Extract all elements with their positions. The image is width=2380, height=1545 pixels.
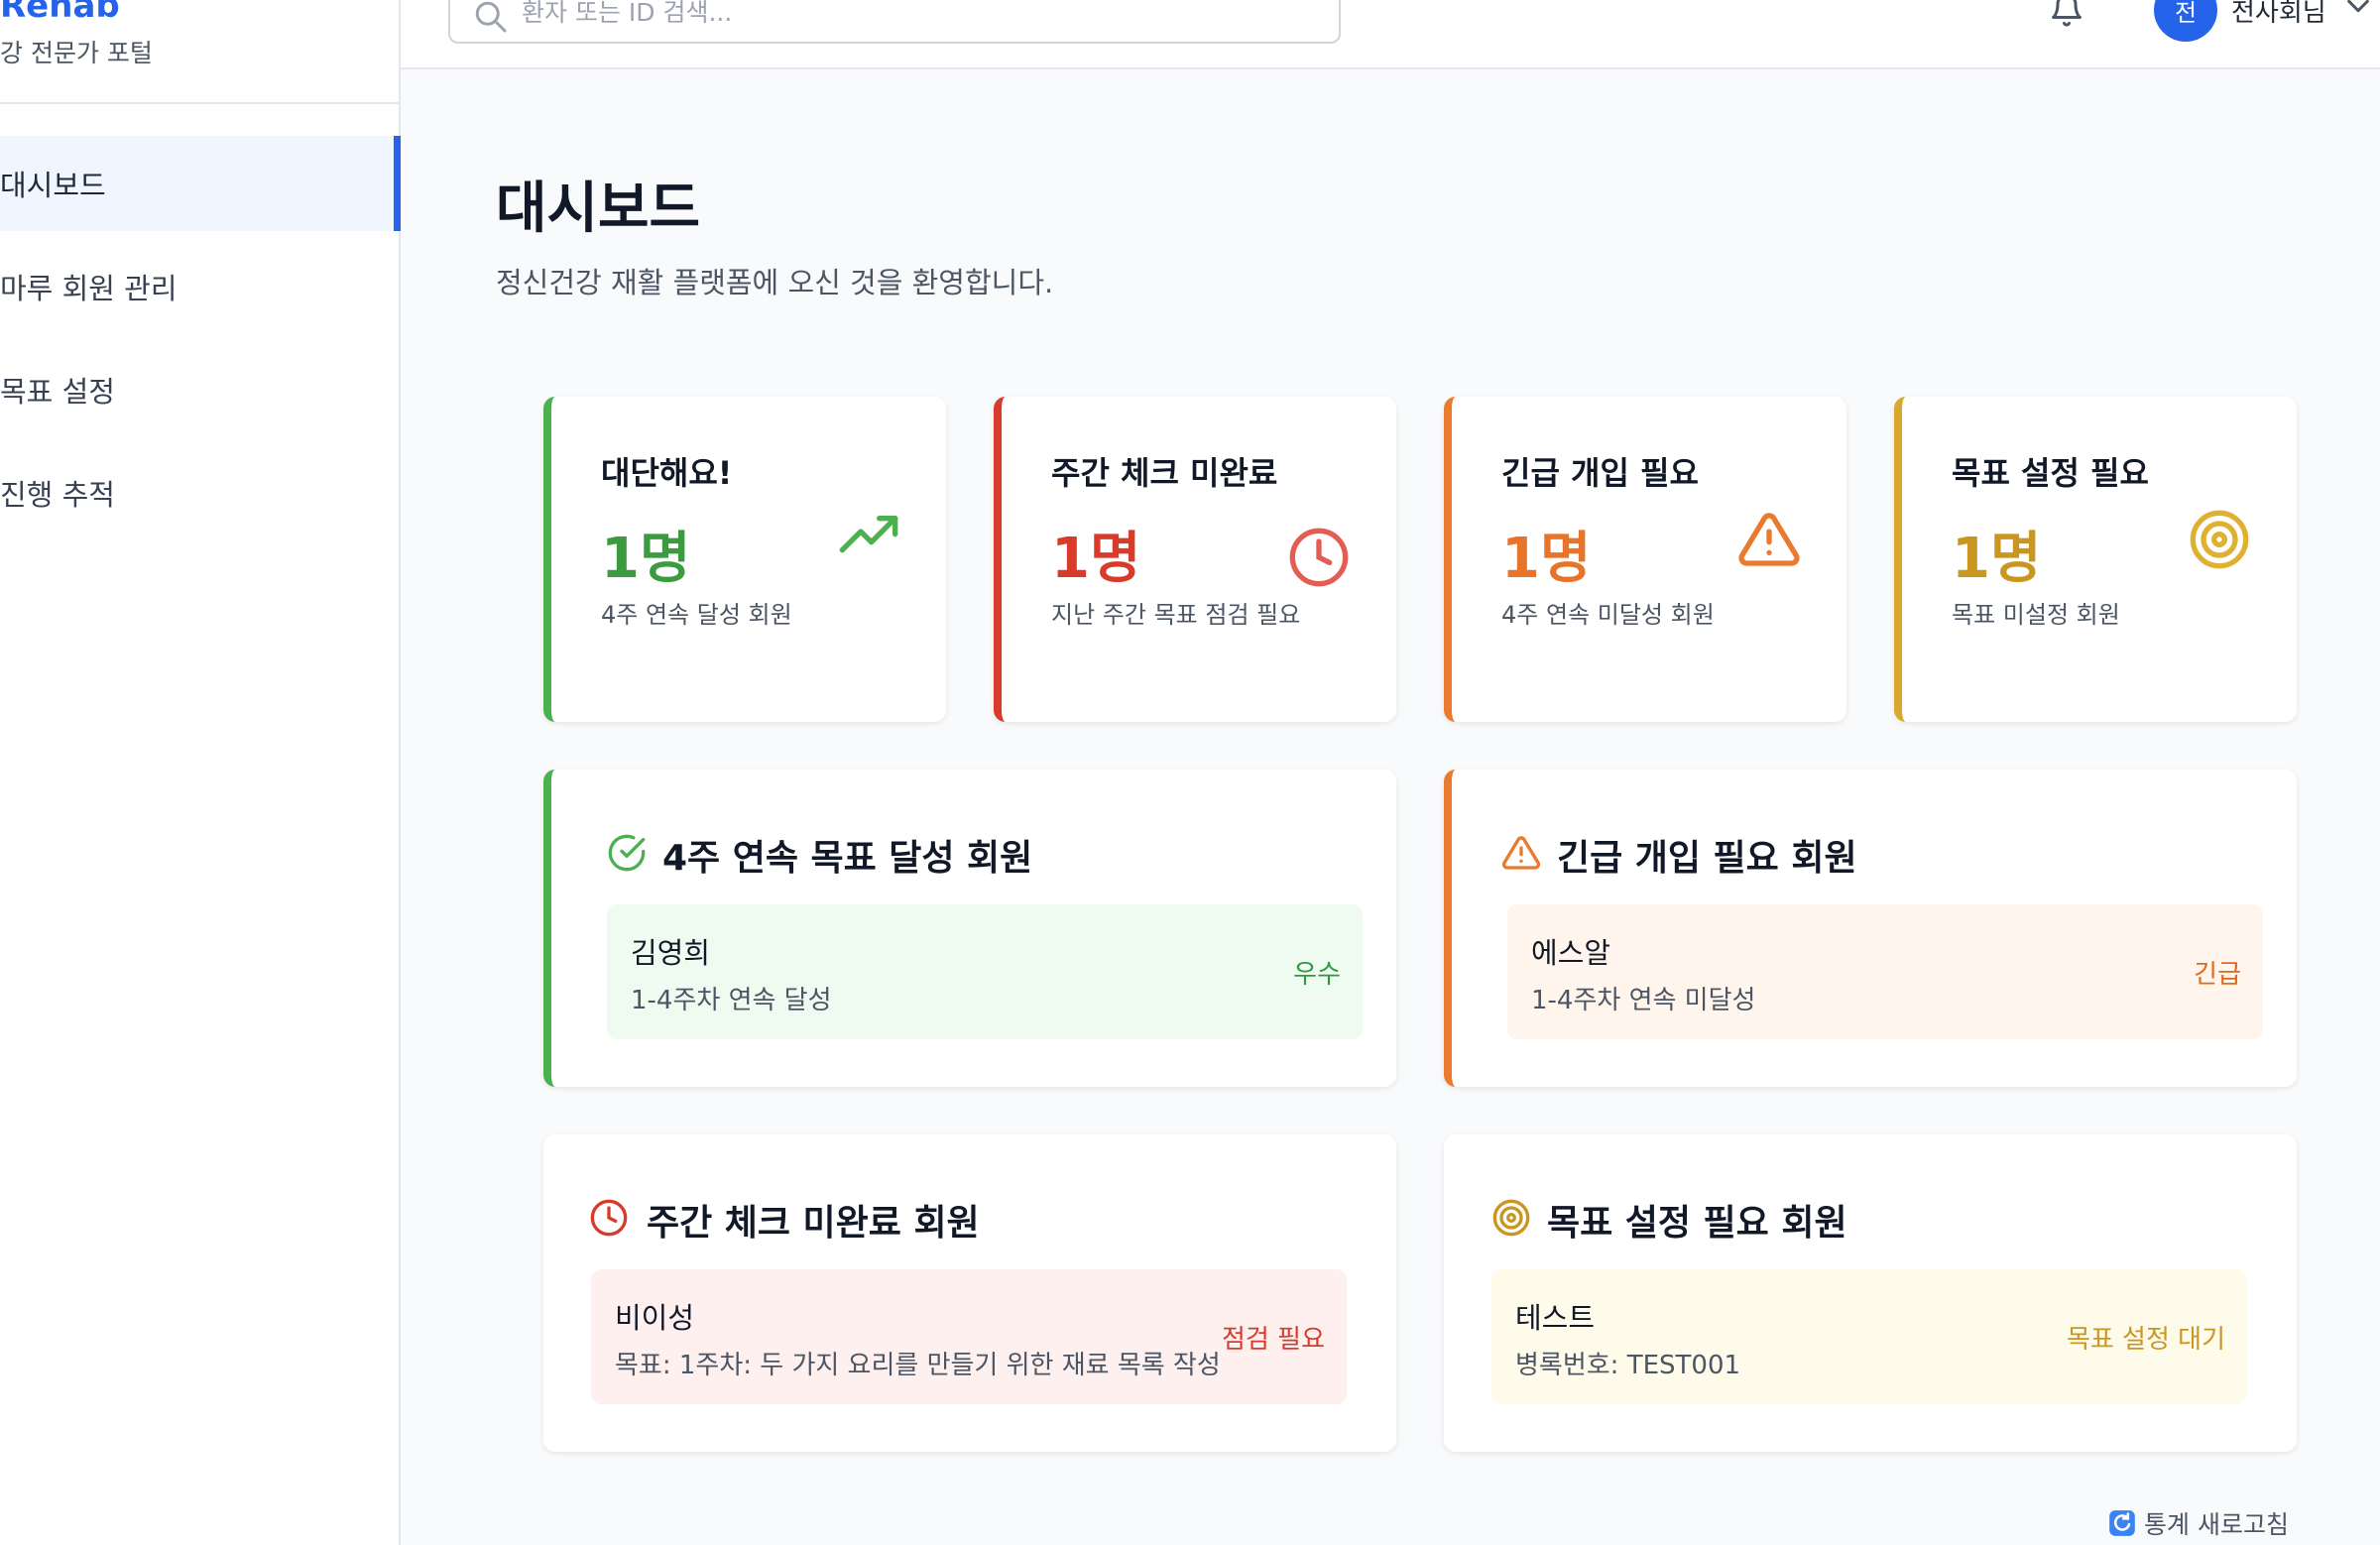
stat-title: 주간 체크 미완료: [1051, 454, 1278, 492]
stat-value: 1명: [1051, 527, 1141, 591]
bell-icon[interactable]: [2047, 0, 2086, 28]
list-item[interactable]: 에스알 1-4주차 연속 미달성 긴급: [1507, 904, 2263, 1039]
goal-setting-members-card: 목표 설정 필요 회원 테스트 병록번호: TEST001 목표 설정 대기: [1444, 1134, 2297, 1452]
sidebar-item-members[interactable]: 마루 회원 관리: [0, 239, 401, 334]
member-detail: 1-4주차 연속 달성: [631, 986, 832, 1015]
list-title: 4주 연속 목표 달성 회원: [662, 838, 1033, 879]
stat-title: 목표 설정 필요: [1952, 454, 2149, 492]
member-name: 김영희: [631, 936, 711, 970]
sidebar-nav: 대시보드 마루 회원 관리 목표 설정 진행 추적: [0, 136, 401, 548]
stat-card-urgent[interactable]: 긴급 개입 필요 1명 4주 연속 미달성 회원: [1444, 397, 1846, 722]
topbar: 전 전사회님: [401, 0, 2380, 69]
stat-title: 대단해요!: [601, 454, 733, 492]
user-name[interactable]: 전사회님: [2231, 0, 2326, 29]
page-subtitle: 정신건강 재활 플랫폼에 오신 것을 환영합니다.: [496, 266, 1054, 299]
refresh-label: 통계 새로고침: [2144, 1510, 2289, 1539]
warning-icon: [1501, 836, 1541, 870]
target-icon: [2190, 510, 2249, 569]
stat-card-achieved[interactable]: 대단해요! 1명 4주 연속 달성 회원: [543, 397, 946, 722]
search-input[interactable]: [522, 0, 1339, 27]
clock-icon: [590, 1199, 628, 1237]
stat-desc: 4주 연속 달성 회원: [601, 601, 792, 629]
stat-value: 1명: [1501, 527, 1592, 591]
member-name: 비이성: [615, 1301, 695, 1335]
sidebar-item-goals[interactable]: 목표 설정: [0, 342, 401, 437]
stat-desc: 4주 연속 미달성 회원: [1501, 601, 1715, 629]
target-icon: [1492, 1199, 1530, 1237]
list-title: 목표 설정 필요 회원: [1547, 1203, 1847, 1244]
urgent-members-card: 긴급 개입 필요 회원 에스알 1-4주차 연속 미달성 긴급: [1444, 770, 2297, 1087]
brand-name[interactable]: Rehab: [0, 0, 120, 26]
refresh-stats-button[interactable]: 통계 새로고침: [2108, 1505, 2289, 1541]
stat-value: 1명: [1952, 527, 2042, 591]
stat-title: 긴급 개입 필요: [1501, 454, 1699, 492]
member-goal: 목표: 1주차: 두 가지 요리를 만들기 위한 재료 목록 작성: [615, 1351, 1221, 1380]
warning-icon: [1738, 513, 1800, 566]
list-item[interactable]: 비이성 목표: 1주차: 두 가지 요리를 만들기 위한 재료 목록 작성 점검…: [591, 1269, 1347, 1404]
stat-desc: 지난 주간 목표 점검 필요: [1051, 601, 1301, 629]
stat-desc: 목표 미설정 회원: [1952, 601, 2120, 629]
clock-icon: [1289, 528, 1349, 587]
search-icon: [475, 1, 507, 33]
status-badge: 긴급: [2194, 960, 2241, 990]
list-title: 주간 체크 미완료 회원: [647, 1203, 980, 1244]
sidebar-item-dashboard[interactable]: 대시보드: [0, 136, 401, 231]
member-name: 에스알: [1531, 936, 1611, 970]
brand: Rehab 강 전문가 포털: [0, 0, 401, 104]
avatar[interactable]: 전: [2154, 0, 2217, 42]
brand-subtitle: 강 전문가 포털: [0, 39, 153, 67]
weekly-check-members-card: 주간 체크 미완료 회원 비이성 목표: 1주차: 두 가지 요리를 만들기 위…: [543, 1134, 1396, 1452]
chevron-down-icon[interactable]: [2344, 0, 2372, 16]
stat-card-goal[interactable]: 목표 설정 필요 1명 목표 미설정 회원: [1894, 397, 2297, 722]
search-box: [448, 0, 1341, 44]
sidebar-item-progress[interactable]: 진행 추적: [0, 445, 401, 540]
list-item[interactable]: 김영희 1-4주차 연속 달성 우수: [607, 904, 1363, 1039]
page-title: 대시보드: [496, 177, 701, 241]
stat-card-weekly[interactable]: 주간 체크 미완료 1명 지난 주간 목표 점검 필요: [994, 397, 1396, 722]
list-item[interactable]: 테스트 병록번호: TEST001 목표 설정 대기: [1491, 1269, 2247, 1404]
stat-value: 1명: [601, 527, 691, 591]
check-circle-icon: [608, 834, 646, 872]
refresh-icon: [2109, 1510, 2135, 1536]
list-title: 긴급 개입 필요 회원: [1557, 838, 1857, 879]
status-badge: 목표 설정 대기: [2066, 1325, 2225, 1355]
member-record-number: 병록번호: TEST001: [1515, 1351, 1741, 1380]
status-badge: 점검 필요: [1222, 1325, 1325, 1355]
sidebar: Rehab 강 전문가 포털 대시보드 마루 회원 관리 목표 설정 진행 추적: [0, 0, 401, 1545]
status-badge: 우수: [1293, 960, 1341, 990]
trending-up-icon: [839, 516, 898, 553]
achieved-members-card: 4주 연속 목표 달성 회원 김영희 1-4주차 연속 달성 우수: [543, 770, 1396, 1087]
member-name: 테스트: [1515, 1301, 1596, 1335]
member-detail: 1-4주차 연속 미달성: [1531, 986, 1756, 1015]
